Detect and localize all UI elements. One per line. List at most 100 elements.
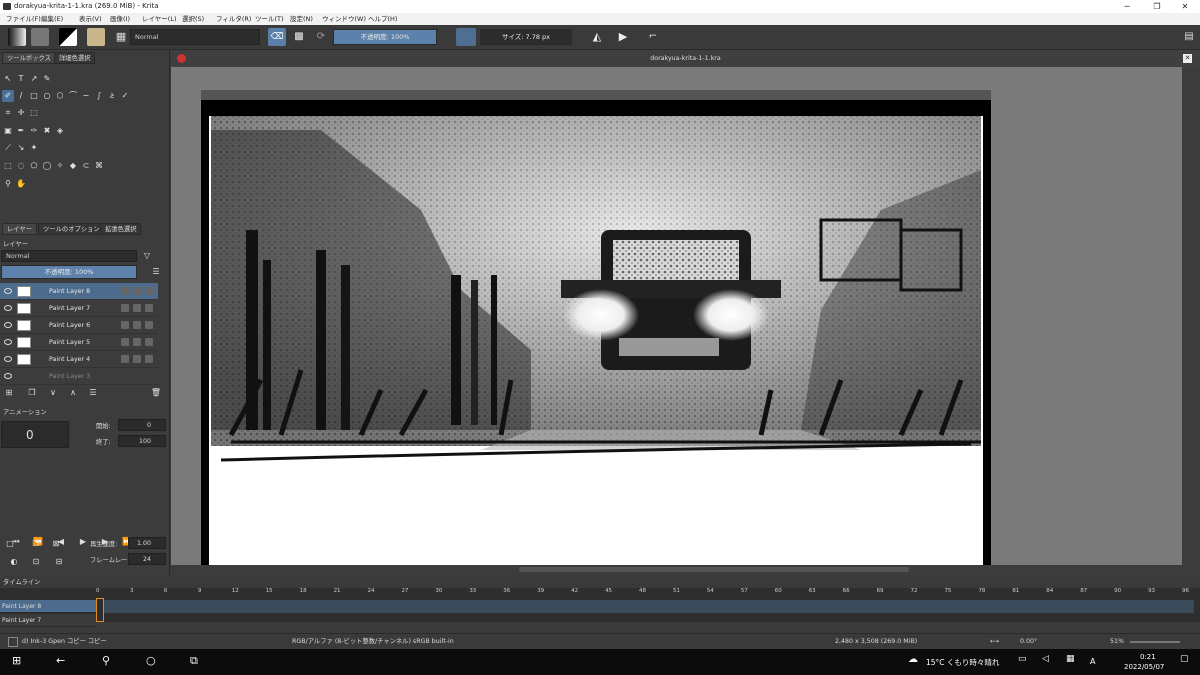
magnetic-select-icon[interactable]: ⌘	[93, 160, 105, 172]
menu-window[interactable]: ウィンドウ(W)	[322, 13, 366, 25]
rotate-icon[interactable]: ⟷	[990, 634, 999, 650]
cortana-icon[interactable]: ○	[146, 654, 156, 667]
alpha-lock-icon[interactable]	[133, 287, 141, 295]
pan-tool-icon[interactable]: ✋	[15, 178, 27, 190]
lock-icon[interactable]	[121, 321, 129, 329]
alpha-lock-icon[interactable]	[133, 321, 141, 329]
flow-slider[interactable]	[456, 28, 476, 46]
add-layer-icon[interactable]: ⊞	[3, 387, 15, 399]
dynamic-brush-icon[interactable]: ƨ	[106, 90, 118, 102]
inherit-alpha-icon[interactable]	[145, 355, 153, 363]
ime-indicator[interactable]: A	[1090, 657, 1095, 666]
blend-mode-select[interactable]: Normal	[130, 29, 260, 45]
weather-text[interactable]: 15°C くもり時々晴れ	[926, 657, 999, 668]
timeline-track[interactable]	[104, 600, 1194, 613]
play-icon[interactable]: ▶	[76, 536, 90, 548]
similar-select-icon[interactable]: ◆	[67, 160, 79, 172]
layer-menu-icon[interactable]: ☰	[150, 266, 162, 278]
menu-select[interactable]: 選択(S)	[182, 13, 204, 25]
minimize-button[interactable]: ─	[1112, 0, 1142, 13]
lock-icon[interactable]	[121, 338, 129, 346]
onion-skin-icon[interactable]: ◐	[8, 556, 20, 568]
horizontal-scrollbar[interactable]	[171, 565, 1200, 575]
color-swap-icon[interactable]	[59, 28, 77, 46]
network-icon[interactable]: ▭	[1018, 654, 1027, 664]
colorize-mask-icon[interactable]: ✖	[41, 125, 53, 137]
move-tool-icon[interactable]: ✛	[15, 107, 27, 119]
back-arrow-icon[interactable]: ←	[56, 654, 65, 667]
clock-time[interactable]: 0:21	[1140, 653, 1156, 661]
layer-row[interactable]: Paint Layer 7	[0, 300, 158, 317]
layer-row[interactable]: Paint Layer 3	[0, 368, 158, 385]
wrap-around-icon[interactable]: ⌐	[644, 28, 662, 46]
start-frame-input[interactable]: 0	[118, 419, 166, 431]
tab-toolbox[interactable]: ツールボックス	[2, 52, 56, 64]
contiguous-select-icon[interactable]: ✧	[54, 160, 66, 172]
close-document-icon[interactable]: ✕	[1183, 54, 1192, 63]
assistant-tool-icon[interactable]: ⟋	[2, 142, 14, 154]
current-frame-input[interactable]: 0	[1, 421, 69, 448]
search-icon[interactable]: ⚲	[102, 654, 110, 667]
fill-tool-icon[interactable]: ◈	[54, 125, 66, 137]
ellipse-select-icon[interactable]: ◌	[15, 160, 27, 172]
timeline-row[interactable]: Paint Layer 8	[0, 600, 96, 613]
move-layer-up-icon[interactable]: ∧	[67, 387, 79, 399]
layer-row[interactable]: Paint Layer 6	[0, 317, 158, 334]
smart-patch-icon[interactable]: ✑	[28, 125, 40, 137]
audio-icon[interactable]: ⊟	[53, 556, 65, 568]
menu-edit[interactable]: 編集(E)	[41, 13, 63, 25]
menu-layer[interactable]: レイヤー(L)	[142, 13, 177, 25]
close-button[interactable]: ✕	[1170, 0, 1200, 13]
lock-icon[interactable]	[121, 355, 129, 363]
inherit-alpha-icon[interactable]	[145, 304, 153, 312]
calligraphy-icon[interactable]: ✎	[41, 73, 53, 85]
layer-blend-select[interactable]: Normal	[1, 250, 137, 262]
drawing-canvas[interactable]	[201, 90, 991, 566]
layer-row[interactable]: Paint Layer 5	[0, 334, 158, 351]
pattern-selector-icon[interactable]	[31, 28, 49, 46]
inherit-alpha-icon[interactable]	[145, 321, 153, 329]
alpha-lock-icon[interactable]	[133, 338, 141, 346]
add-keyframe-icon[interactable]: □	[4, 538, 16, 550]
menu-filter[interactable]: フィルタ(R)	[216, 13, 251, 25]
freehand-select-icon[interactable]: ◯	[41, 160, 53, 172]
maximize-button[interactable]: ❐	[1142, 0, 1172, 13]
tab-advanced-color[interactable]: 詳細色選択	[54, 52, 96, 64]
rotation-value[interactable]: 0.00°	[1020, 634, 1037, 650]
menu-image[interactable]: 画像(I)	[110, 13, 130, 25]
visibility-icon[interactable]	[4, 373, 12, 379]
inherit-alpha-icon[interactable]	[145, 287, 153, 295]
brush-preset-icon[interactable]	[87, 28, 105, 46]
rectangle-tool-icon[interactable]: □	[28, 90, 40, 102]
measure-tool-icon[interactable]: ↘	[15, 142, 27, 154]
layer-row[interactable]: Paint Layer 8	[0, 283, 158, 300]
opacity-slider[interactable]: 不透明度: 100%	[333, 29, 437, 45]
menu-settings[interactable]: 設定(N)	[290, 13, 313, 25]
bezier-tool-icon[interactable]: ∽	[80, 90, 92, 102]
layer-filter-icon[interactable]: ▽	[141, 250, 153, 262]
mirror-horizontal-icon[interactable]: ◭	[588, 28, 606, 46]
remove-keyframe-icon[interactable]: ⊠	[50, 538, 62, 550]
move-layer-down-icon[interactable]: ∨	[47, 387, 59, 399]
visibility-icon[interactable]	[4, 288, 12, 294]
zoom-tool-icon[interactable]: ⚲	[2, 178, 14, 190]
play-speed-input[interactable]: 1.00	[128, 537, 166, 549]
visibility-icon[interactable]	[4, 322, 12, 328]
notification-icon[interactable]: ▢	[1180, 654, 1189, 664]
menu-tools[interactable]: ツール(T)	[255, 13, 284, 25]
zoom-value[interactable]: 51%	[1110, 634, 1124, 650]
workspace-icon[interactable]: ▤	[1180, 28, 1198, 46]
edit-shapes-icon[interactable]: ↗	[28, 73, 40, 85]
gradient-tool-icon[interactable]: ▣	[2, 125, 14, 137]
end-frame-input[interactable]: 100	[118, 435, 166, 447]
visibility-icon[interactable]	[4, 356, 12, 362]
polygon-select-icon[interactable]: ⬠	[28, 160, 40, 172]
reference-tool-icon[interactable]: ✦	[28, 142, 40, 154]
zoom-slider[interactable]	[1130, 641, 1180, 643]
polygon-tool-icon[interactable]: ⬡	[54, 90, 66, 102]
alpha-lock-icon[interactable]	[133, 355, 141, 363]
freehand-brush-icon[interactable]: ✐	[2, 90, 14, 102]
scrollbar-thumb[interactable]	[519, 567, 909, 572]
layer-opacity-slider[interactable]: 不透明度: 100%	[1, 265, 137, 279]
layer-row[interactable]: Paint Layer 4	[0, 351, 158, 368]
